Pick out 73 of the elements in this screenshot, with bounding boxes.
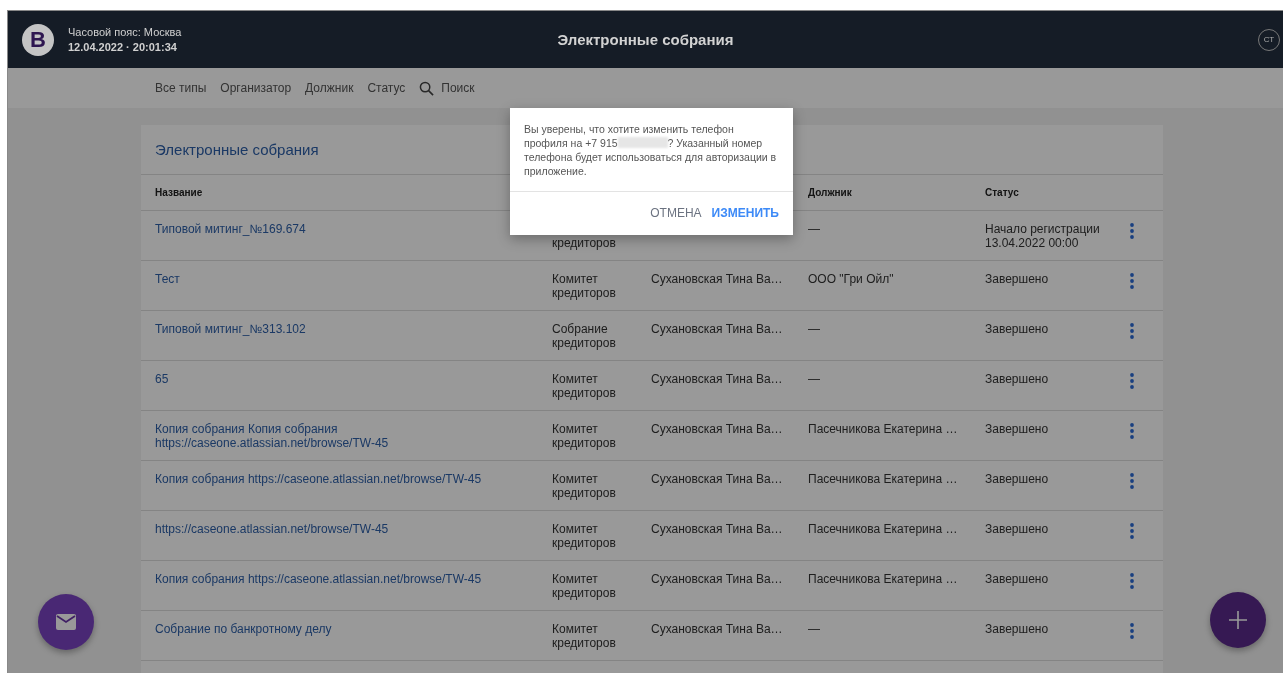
meeting-link[interactable]: Собрание по банкротному делу [155, 622, 332, 636]
debtor-cell: Пасечникова Екатерина … [808, 422, 958, 436]
column-header[interactable]: Должник [808, 187, 852, 198]
dialog-message: Вы уверены, что хотите изменить телефон профиля на +7 915 ? Указанный номер телефона будет использоваться для авторизации в приложение. [524, 122, 778, 178]
datetime-label: 12.04.2022 · 20:01:34 [68, 41, 178, 53]
debtor-cell: — [808, 322, 820, 336]
more-icon[interactable] [1130, 373, 1134, 389]
meeting-link[interactable]: Тест [155, 272, 180, 286]
meeting-link[interactable]: https://caseone.atlassian.net/browse/TW-45 [155, 522, 389, 536]
status-cell-text: Завершено [985, 522, 1050, 536]
confirm-button[interactable]: ИЗМЕНИТЬ [707, 203, 783, 223]
more-icon[interactable] [1130, 223, 1134, 239]
type-cell-text: Комитет кредиторов [552, 422, 617, 450]
type-cell-text: Комитет кредиторов [552, 272, 617, 300]
more-icon[interactable] [1130, 423, 1134, 439]
column-header[interactable]: Название [155, 187, 203, 198]
app-title: Электронные собрания [557, 31, 734, 48]
search-button[interactable]: Поиск [413, 76, 482, 100]
debtor-cell: — [808, 372, 820, 386]
more-icon[interactable] [1130, 523, 1134, 539]
filter-button[interactable]: Организатор [214, 77, 299, 99]
filter-button[interactable]: Статус [361, 77, 413, 99]
debtor-cell: ООО "Гри Ойл" [808, 272, 894, 286]
status-cell-text: Завершено [985, 322, 1050, 336]
debtor-cell: — [808, 222, 820, 236]
meeting-link[interactable]: 65 [155, 372, 169, 386]
filter-button[interactable]: Должник [299, 77, 361, 99]
debtor-cell: Пасечникова Екатерина … [808, 572, 958, 586]
search-icon [419, 80, 435, 96]
status-cell-text: Завершено [985, 622, 1050, 636]
column-header[interactable]: Статус [985, 187, 1019, 198]
status-cell-text: Завершено [985, 572, 1050, 586]
status-cell-text: Завершено [985, 422, 1050, 436]
status-cell-text: Завершено [985, 472, 1050, 486]
more-icon[interactable] [1130, 473, 1134, 489]
meeting-link[interactable]: Типовой митинг_№313.102 [155, 322, 306, 336]
more-icon[interactable] [1130, 323, 1134, 339]
logo[interactable]: B [22, 23, 54, 56]
meeting-link[interactable]: Копия собрания Копия собрания https://caseone.atlassian.net/browse/TW-45 [155, 422, 538, 450]
status-cell-text: Начало регистрации 13.04.2022 00:00 [985, 222, 1101, 250]
more-icon[interactable] [1130, 273, 1134, 289]
organizer-cell: Сухановская Тина Ва… [651, 272, 783, 286]
type-cell-text: Комитет кредиторов [552, 522, 617, 550]
timezone-label: Часовой пояс: Москва [68, 26, 182, 38]
mail-button[interactable] [38, 594, 94, 650]
plus-icon [1229, 611, 1247, 629]
organizer-cell: Сухановская Тина Ва… [651, 472, 783, 486]
organizer-cell: Сухановская Тина Ва… [651, 572, 783, 586]
debtor-cell: — [808, 622, 820, 636]
organizer-cell: Сухановская Тина Ва… [651, 522, 783, 536]
organizer-cell: Сухановская Тина Ва… [651, 422, 783, 436]
filter-button[interactable]: Все типы [149, 77, 214, 99]
meeting-link[interactable]: Копия собрания https://caseone.atlassian.net/browse/TW-45 [155, 572, 482, 586]
type-cell-text: кредиторов [552, 236, 617, 250]
debtor-cell: Пасечникова Екатерина … [808, 522, 958, 536]
more-icon[interactable] [1130, 573, 1134, 589]
more-icon[interactable] [1130, 623, 1134, 639]
organizer-cell: Сухановская Тина Ва… [651, 322, 783, 336]
type-cell-text: Собрание кредиторов [552, 322, 617, 350]
status-cell-text: Завершено [985, 372, 1050, 386]
add-button[interactable] [1210, 592, 1266, 648]
type-cell-text: Комитет кредиторов [552, 572, 617, 600]
organizer-cell: Сухановская Тина Ва… [651, 372, 783, 386]
status-cell-text: Завершено [985, 272, 1050, 286]
organizer-cell: Сухановская Тина Ва… [651, 622, 783, 636]
type-cell-text: Комитет кредиторов [552, 622, 617, 650]
cancel-button[interactable]: ОТМЕНА [646, 203, 706, 223]
meeting-link[interactable]: Копия собрания https://caseone.atlassian.net/browse/TW-45 [155, 472, 482, 486]
mail-icon [56, 614, 76, 630]
type-cell-text: Комитет кредиторов [552, 372, 617, 400]
meeting-link[interactable]: Типовой митинг_№169.674 [155, 222, 306, 236]
type-cell-text: Комитет кредиторов [552, 472, 617, 500]
debtor-cell: Пасечникова Екатерина … [808, 472, 958, 486]
